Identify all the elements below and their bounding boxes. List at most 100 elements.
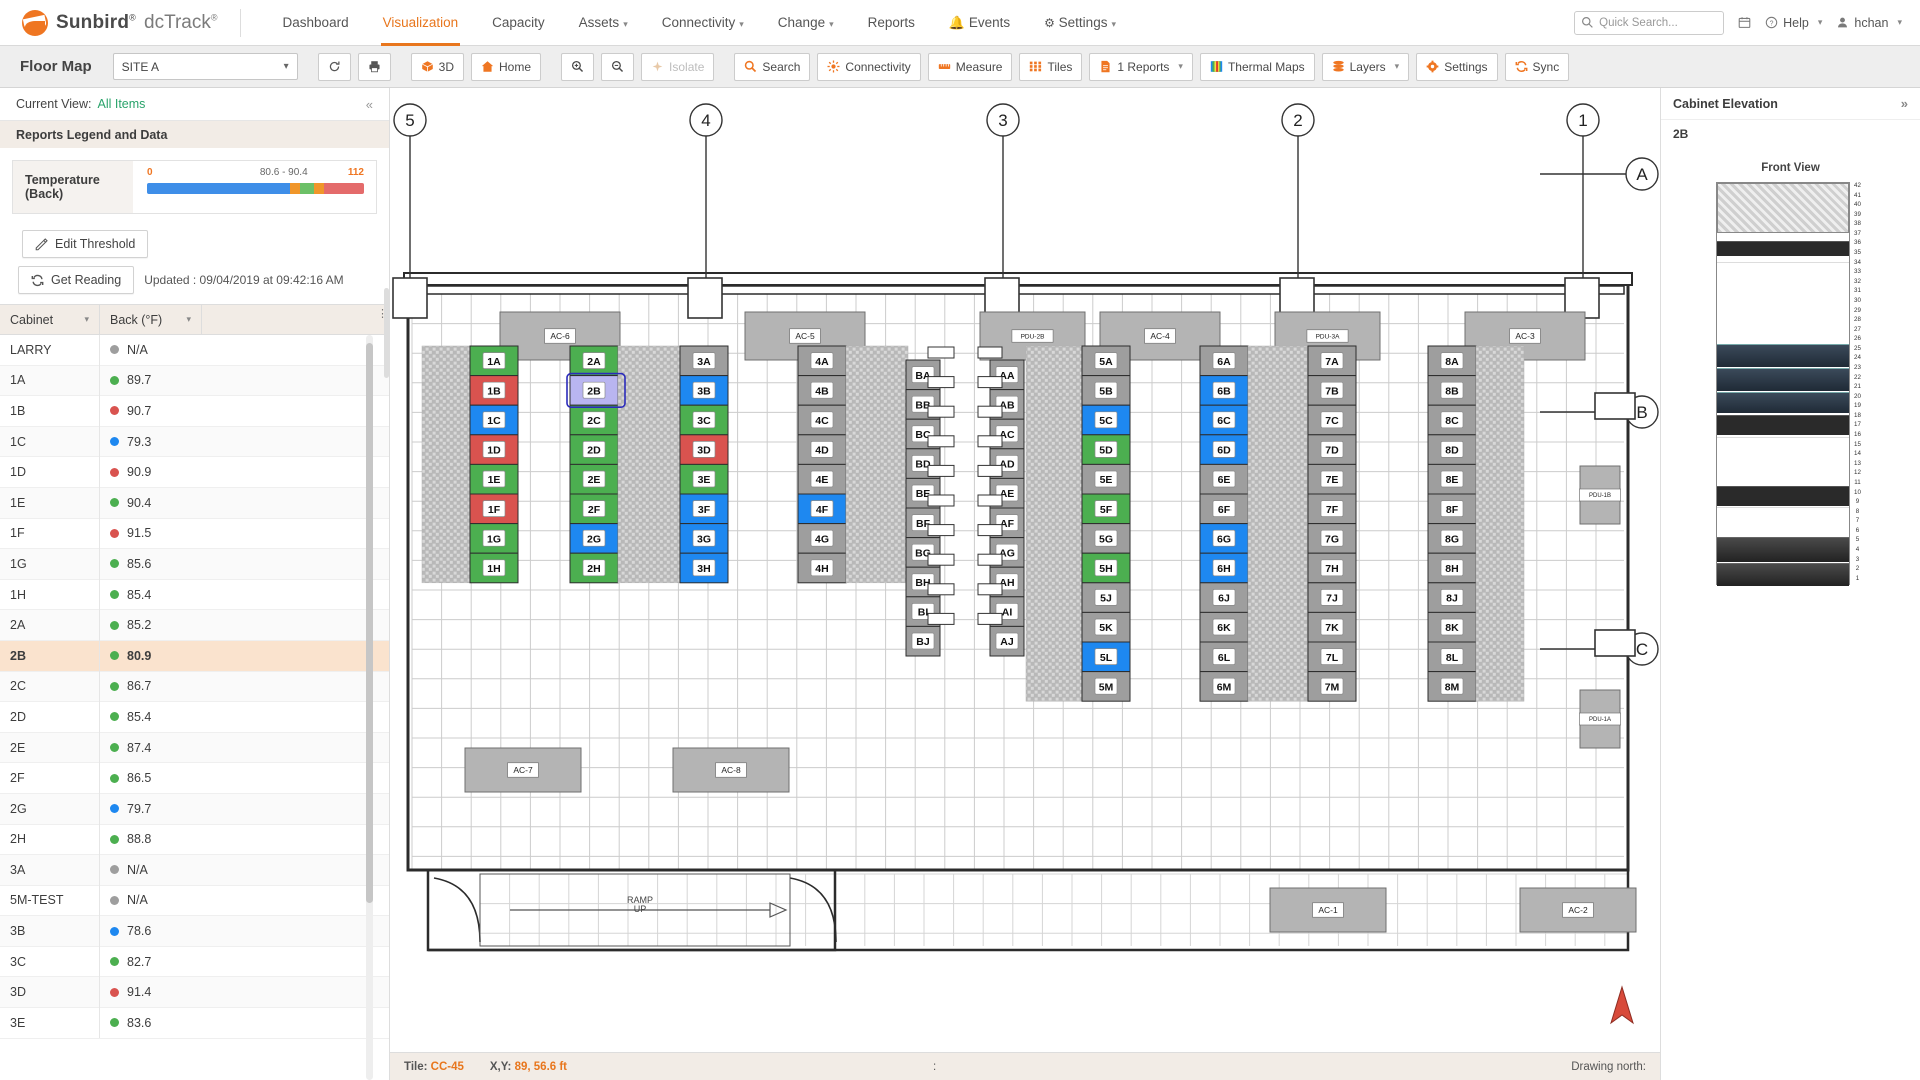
rack-device-slim[interactable] <box>1716 240 1849 256</box>
cabinet-4e[interactable]: 4E <box>797 463 847 495</box>
cabinet-5a[interactable]: 5A <box>1081 345 1131 377</box>
cabinet-6l[interactable]: 6L <box>1199 641 1249 673</box>
cabinet-3c[interactable]: 3C <box>679 404 729 436</box>
table-row[interactable]: 2B 80.9 <box>0 640 389 672</box>
cabinet-1h[interactable]: 1H <box>469 552 519 584</box>
column-header-back[interactable]: Back (°F) ▾ <box>100 304 202 335</box>
table-row[interactable]: 1G 85.6 <box>0 548 389 580</box>
nav-item-connectivity[interactable]: Connectivity ▾ <box>646 0 760 46</box>
column-header-cabinet[interactable]: Cabinet ▾ <box>0 304 100 335</box>
get-reading-button[interactable]: Get Reading <box>18 266 135 294</box>
nav-item-reports[interactable]: Reports <box>852 0 931 46</box>
cabinet-7b[interactable]: 7B <box>1307 375 1357 406</box>
rack-device-server[interactable] <box>1716 563 1849 587</box>
cabinet-3b[interactable]: 3B <box>679 375 729 406</box>
cabinet-6d[interactable]: 6D <box>1199 434 1249 465</box>
expand-panel-button[interactable]: » <box>1901 96 1908 111</box>
table-row[interactable]: 2G 79.7 <box>0 793 389 825</box>
cabinet-4b[interactable]: 4B <box>797 375 847 406</box>
cabinet-5h[interactable]: 5H <box>1081 552 1131 584</box>
cabinet-7a[interactable]: 7A <box>1307 345 1357 377</box>
site-select[interactable]: SITE A ▾ <box>112 53 298 80</box>
tiles-button[interactable]: Tiles <box>1019 52 1083 81</box>
rack-graphic[interactable] <box>1715 182 1850 587</box>
floor-map-canvas[interactable]: RAMP UP 5 4 3 2 1 A B C AC-6 AC-5 PDU-2B… <box>390 88 1660 1080</box>
cabinet-5c[interactable]: 5C <box>1081 404 1131 436</box>
help-menu[interactable]: ? Help ▾ <box>1765 16 1822 30</box>
cabinet-3d[interactable]: 3D <box>679 434 729 465</box>
cabinet-2e[interactable]: 2E <box>569 463 619 495</box>
cabinet-5k[interactable]: 5K <box>1081 611 1131 643</box>
table-row[interactable]: 1B 90.7 <box>0 395 389 427</box>
nav-item-events[interactable]: 🔔 Events <box>933 0 1026 46</box>
nav-item-visualization[interactable]: Visualization <box>367 0 475 46</box>
cabinet-8e[interactable]: 8E <box>1427 463 1477 495</box>
cabinet-3f[interactable]: 3F <box>679 493 729 525</box>
cabinet-2h[interactable]: 2H <box>569 552 619 584</box>
cabinet-6h[interactable]: 6H <box>1199 552 1249 584</box>
cabinet-7l[interactable]: 7L <box>1307 641 1357 673</box>
crac-ac8[interactable]: AC-8 <box>672 747 790 793</box>
cabinet-5m[interactable]: 5M <box>1081 671 1131 702</box>
cabinet-1c[interactable]: 1C <box>469 404 519 436</box>
collapse-panel-button[interactable]: « <box>366 97 373 112</box>
table-row[interactable]: 2F 86.5 <box>0 762 389 794</box>
zoom-out-button[interactable] <box>601 52 635 81</box>
quick-search-input[interactable]: Quick Search... <box>1574 10 1725 35</box>
cabinet-2a[interactable]: 2A <box>569 345 619 377</box>
cabinet-7e[interactable]: 7E <box>1307 463 1357 495</box>
thermal-maps-button[interactable]: Thermal Maps <box>1199 52 1315 81</box>
edit-threshold-button[interactable]: Edit Threshold <box>22 230 149 258</box>
crac-ac7[interactable]: AC-7 <box>464 747 582 793</box>
connectivity-button[interactable]: Connectivity <box>817 52 921 81</box>
cabinet-2g[interactable]: 2G <box>569 523 619 554</box>
cabinet-3e[interactable]: 3E <box>679 463 729 495</box>
user-menu[interactable]: hchan ▾ <box>1836 16 1902 30</box>
settings-button[interactable]: Settings <box>1416 52 1498 81</box>
cabinet-7m[interactable]: 7M <box>1307 671 1357 702</box>
nav-item-assets[interactable]: Assets ▾ <box>563 0 644 46</box>
cabinet-6f[interactable]: 6F <box>1199 493 1249 525</box>
cabinet-8h[interactable]: 8H <box>1427 552 1477 584</box>
rack-blanking-panel[interactable] <box>1716 183 1849 233</box>
cabinet-6g[interactable]: 6G <box>1199 523 1249 554</box>
table-row[interactable]: 1A 89.7 <box>0 365 389 397</box>
cabinet-elevation-diagram[interactable]: 42 41 40 39 38 37 36 35 34 33 32 31 30 29 28 27 26 25 24 23… <box>1715 182 1866 587</box>
cabinet-8g[interactable]: 8G <box>1427 523 1477 554</box>
cabinet-2d[interactable]: 2D <box>569 434 619 465</box>
nav-item-settings[interactable]: ⚙ Settings ▾ <box>1028 0 1132 46</box>
nav-item-dashboard[interactable]: Dashboard <box>267 0 365 46</box>
cabinet-5b[interactable]: 5B <box>1081 375 1131 406</box>
cabinet-8c[interactable]: 8C <box>1427 404 1477 436</box>
cabinet-2c[interactable]: 2C <box>569 404 619 436</box>
cabinet-5f[interactable]: 5F <box>1081 493 1131 525</box>
cabinet-8a[interactable]: 8A <box>1427 345 1477 377</box>
table-row[interactable]: 2A 85.2 <box>0 609 389 641</box>
table-row[interactable]: 3E 83.6 <box>0 1007 389 1039</box>
table-row[interactable]: 5M-TEST N/A <box>0 885 389 917</box>
cabinet-4h[interactable]: 4H <box>797 552 847 584</box>
cabinet-aj[interactable]: AJ <box>989 625 1025 657</box>
cabinet-6j[interactable]: 6J <box>1199 582 1249 613</box>
cabinet-1e[interactable]: 1E <box>469 463 519 495</box>
nav-item-change[interactable]: Change ▾ <box>762 0 850 46</box>
cabinet-layer[interactable]: 1A 1B 1C 1D 1E 1F 1G 1H 2A 2B 2C 2D 2E 2F 2G 2H 3A 3B 3C 3D… <box>421 345 1525 702</box>
column-options-icon[interactable]: ⋮ <box>377 309 388 320</box>
table-row[interactable]: 1H 85.4 <box>0 579 389 611</box>
cabinet-6k[interactable]: 6K <box>1199 611 1249 643</box>
sync-button[interactable]: Sync <box>1504 52 1570 81</box>
search-button[interactable]: Search <box>734 52 811 81</box>
table-row[interactable]: 3A N/A <box>0 854 389 886</box>
zoom-in-button[interactable] <box>561 52 595 81</box>
cabinet-bj[interactable]: BJ <box>905 625 941 657</box>
pdu-1a[interactable]: PDU-1A <box>1579 689 1621 749</box>
cabinet-7k[interactable]: 7K <box>1307 611 1357 643</box>
cabinet-5j[interactable]: 5J <box>1081 582 1131 613</box>
cabinet-3h[interactable]: 3H <box>679 552 729 584</box>
nav-item-capacity[interactable]: Capacity <box>476 0 561 46</box>
refresh-button[interactable] <box>317 52 351 81</box>
cabinet-1g[interactable]: 1G <box>469 523 519 554</box>
table-row[interactable]: 1D 90.9 <box>0 456 389 488</box>
cabinet-table-body[interactable]: LARRY N/A 1A 89.7 1B 90.7 1C 79.3 1D 90.9 1E 90.4 1F… <box>0 335 389 1080</box>
table-row[interactable]: 2D 85.4 <box>0 701 389 733</box>
